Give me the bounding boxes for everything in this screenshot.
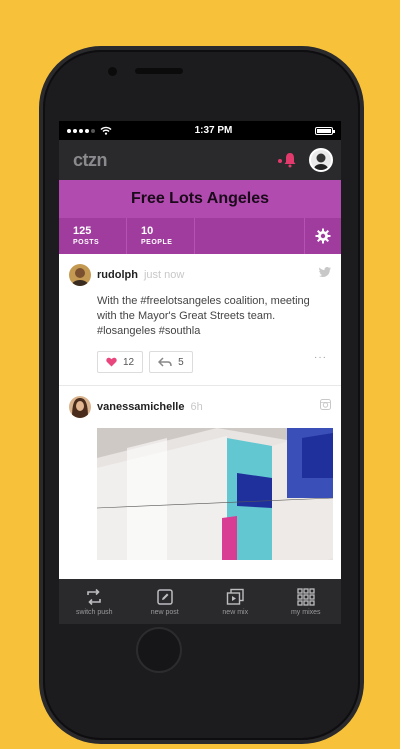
reply-arrow-icon <box>158 357 172 367</box>
group-title: Free Lots Angeles <box>130 190 270 207</box>
volume-down-button <box>40 238 43 278</box>
post-username[interactable]: vanessamichelle <box>97 401 184 413</box>
phone-screen: 1:37 PM ctzn Free Lots Angeles 125 POSTS… <box>59 121 341 624</box>
tab-my-mixes[interactable]: my mixes <box>271 579 342 624</box>
tab-new-post[interactable]: new post <box>130 579 201 624</box>
post-feed: rudolph just now With the #freelotsangel… <box>59 254 341 560</box>
avatar[interactable] <box>69 396 91 418</box>
stack-icon <box>227 588 244 605</box>
stat-posts[interactable]: 125 POSTS <box>59 218 127 254</box>
post-card: rudolph just now With the #freelotsangel… <box>59 254 341 386</box>
grid-icon <box>297 587 315 606</box>
tab-label: new mix <box>222 608 249 616</box>
volume-up-button <box>40 188 43 228</box>
power-button <box>360 188 363 228</box>
profile-avatar[interactable] <box>309 148 333 172</box>
tab-new-mix[interactable]: new mix <box>200 579 271 624</box>
app-logo[interactable]: ctzn <box>73 150 108 171</box>
home-button[interactable] <box>136 627 182 673</box>
front-camera <box>108 67 117 76</box>
bottom-tab-bar: switch push new post new mix my mixes <box>59 579 341 624</box>
app-bar: ctzn <box>59 140 341 180</box>
earpiece-speaker <box>135 68 183 74</box>
status-time: 1:37 PM <box>194 125 233 136</box>
pencil-icon <box>157 588 173 605</box>
post-username[interactable]: rudolph <box>97 269 138 281</box>
tab-label: switch push <box>75 608 113 616</box>
tab-switch-push[interactable]: switch push <box>59 579 130 624</box>
post-timestamp: just now <box>143 269 185 281</box>
switch-icon <box>87 588 102 605</box>
stat-people[interactable]: 10 PEOPLE <box>127 218 195 254</box>
gear-icon <box>315 228 331 244</box>
battery-icon <box>314 126 335 135</box>
heart-icon <box>106 357 117 367</box>
post-card: vanessamichelle 6h <box>59 386 341 560</box>
wifi-icon <box>100 126 112 135</box>
post-text: With the #freelotsangeles coalition, mee… <box>97 295 310 337</box>
group-stats: 125 POSTS 10 PEOPLE <box>59 218 341 254</box>
status-bar: 1:37 PM <box>59 121 341 140</box>
stat-people-label: PEOPLE <box>141 239 173 246</box>
post-timestamp: 6h <box>190 401 203 413</box>
more-options-button[interactable]: ··· <box>314 352 327 363</box>
post-photo[interactable] <box>97 428 333 560</box>
mute-switch <box>40 148 43 170</box>
stat-posts-label: POSTS <box>73 239 100 246</box>
notifications-button[interactable] <box>278 151 299 169</box>
share-button[interactable]: 5 <box>149 351 193 373</box>
settings-button[interactable] <box>305 218 341 254</box>
instagram-icon <box>320 399 331 410</box>
signal-indicator <box>67 126 112 135</box>
like-button[interactable]: 12 <box>97 351 144 373</box>
tab-label: my mixes <box>290 608 321 616</box>
notification-dot <box>278 159 282 163</box>
like-count: 12 <box>123 356 135 368</box>
share-count: 5 <box>178 356 184 368</box>
bell-icon <box>284 153 296 168</box>
group-banner: Free Lots Angeles <box>59 180 341 218</box>
twitter-icon <box>319 267 331 277</box>
avatar[interactable] <box>69 264 91 286</box>
stat-posts-value: 125 <box>73 225 92 237</box>
tab-label: new post <box>150 608 179 616</box>
stat-people-value: 10 <box>141 225 154 237</box>
